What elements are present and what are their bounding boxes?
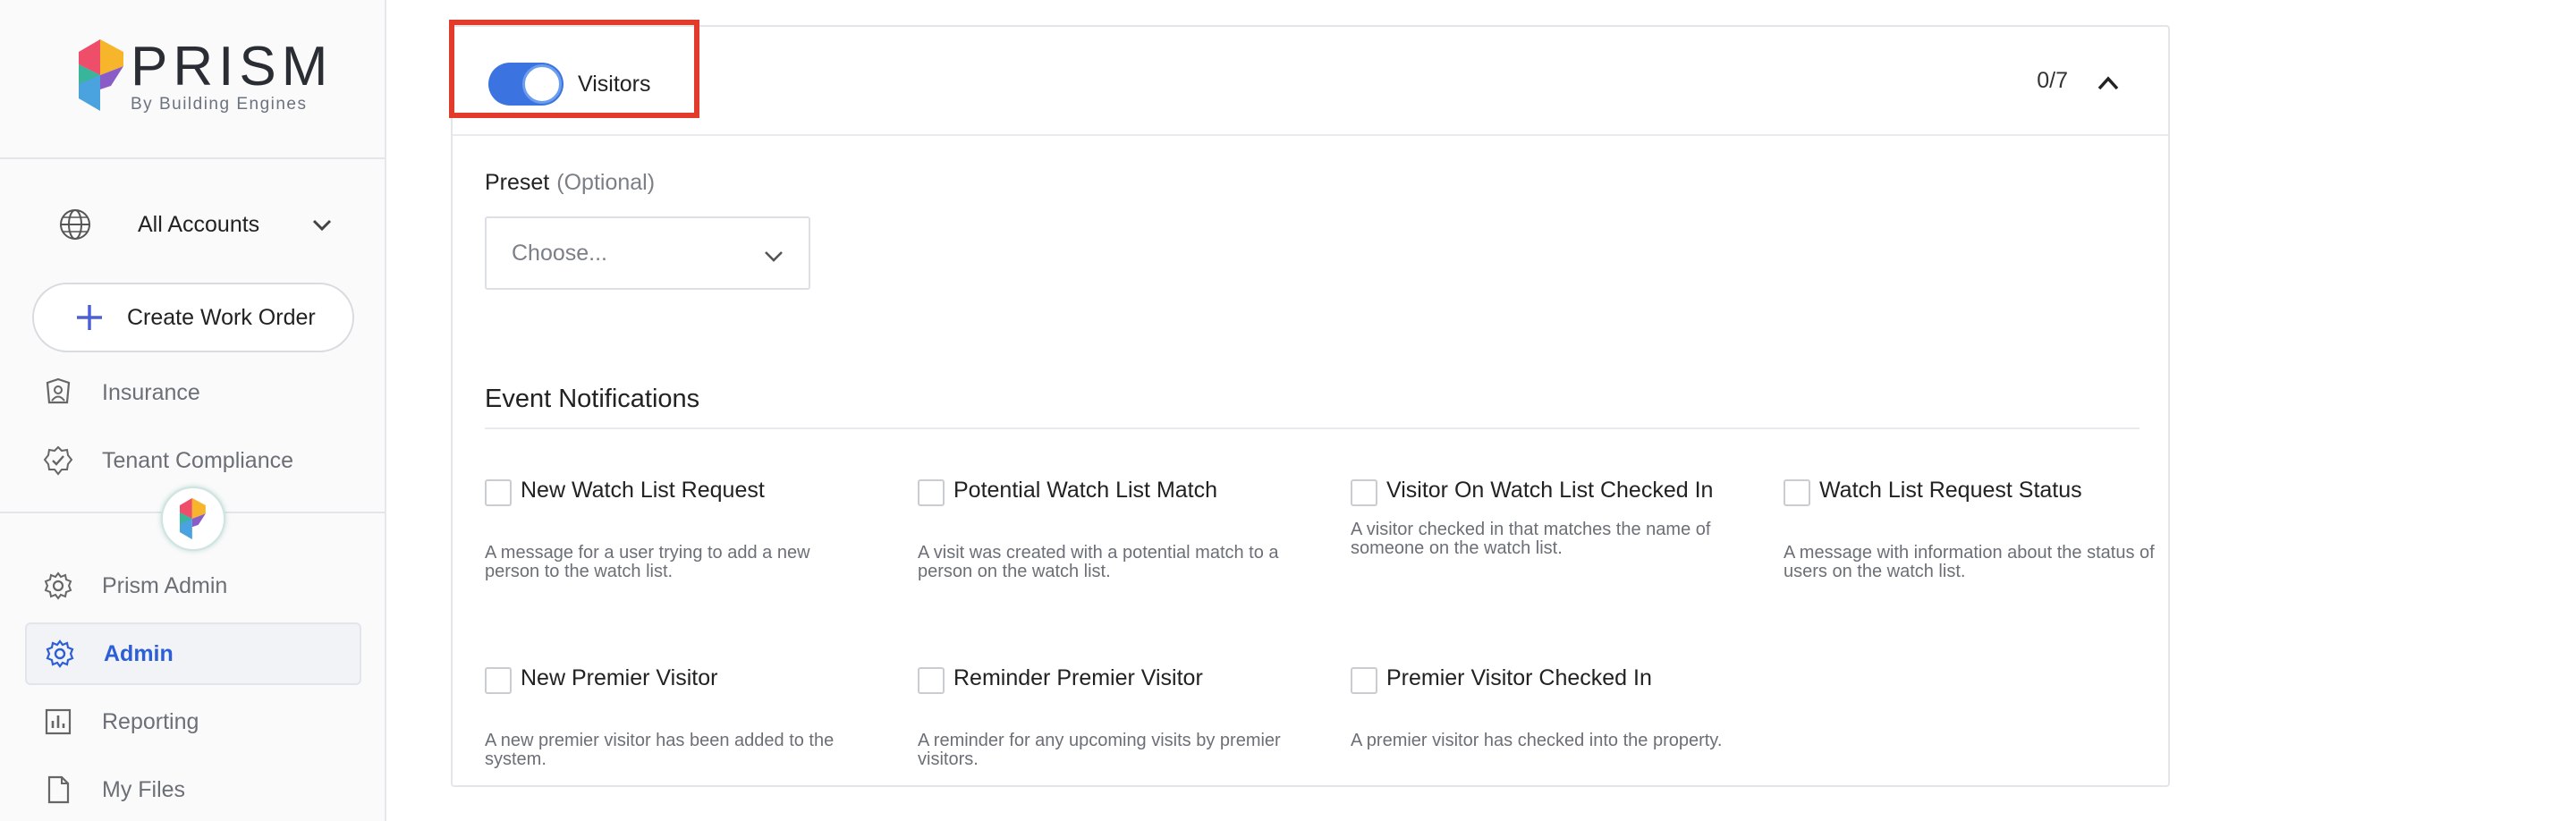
notification-desc: A message with information about the sta… [1784, 543, 2155, 581]
notification-option: New Watch List Request A message for a u… [485, 479, 860, 581]
notification-title: New Watch List Request [521, 478, 765, 503]
notification-checkbox[interactable] [918, 479, 945, 506]
create-work-order-label: Create Work Order [127, 304, 316, 330]
preset-label: Preset (Optional) [485, 170, 655, 196]
notification-title: New Premier Visitor [521, 665, 718, 690]
sidebar-item-label: Tenant Compliance [102, 447, 294, 473]
brand-tagline: By Building Engines [131, 95, 308, 114]
preset-label-text: Preset [485, 170, 550, 195]
gear-icon [44, 571, 72, 600]
notification-desc: A premier visitor has checked into the p… [1351, 731, 1723, 750]
notification-checkbox[interactable] [485, 479, 512, 506]
notification-checkbox[interactable] [918, 667, 945, 694]
sidebar-item-reporting[interactable]: Reporting [25, 690, 361, 753]
prism-logo-icon [180, 497, 206, 540]
notification-desc: A visitor checked in that matches the na… [1351, 520, 1711, 558]
notification-option: Visitor On Watch List Checked In A visit… [1351, 479, 1726, 558]
globe-icon [60, 209, 90, 240]
account-switcher[interactable]: All Accounts [57, 202, 335, 247]
chevron-down-icon[interactable] [309, 213, 335, 238]
sidebar-item-label: Admin [104, 640, 174, 666]
preset-select[interactable]: Choose... [485, 216, 810, 290]
sidebar-item-label: Reporting [102, 708, 199, 734]
section-title: Event Notifications [485, 385, 700, 413]
sidebar-item-my-files[interactable]: My Files [25, 758, 361, 821]
sidebar: PRISM By Building Engines All Accounts C… [0, 0, 386, 821]
logo-area: PRISM By Building Engines [0, 0, 385, 159]
notification-checkbox[interactable] [1351, 667, 1377, 694]
gear-icon [46, 639, 74, 668]
shield-person-icon [46, 377, 71, 404]
prism-assistant-button[interactable] [161, 487, 225, 551]
notification-desc: A reminder for any upcoming visits by pr… [918, 731, 1281, 769]
visitors-settings-card: Visitors 0/7 Preset (Optional) Choose... … [451, 25, 2170, 787]
notification-option: Premier Visitor Checked In A premier vis… [1351, 667, 1726, 750]
notification-option: New Premier Visitor A new premier visito… [485, 667, 860, 769]
notification-desc: A message for a user trying to add a new… [485, 543, 810, 581]
sidebar-item-label: My Files [102, 776, 186, 802]
account-label: All Accounts [138, 211, 260, 237]
sidebar-item-prism-admin[interactable]: Prism Admin [25, 554, 361, 617]
sidebar-item-tenant-compliance[interactable]: Tenant Compliance [25, 429, 361, 492]
plus-icon [77, 305, 102, 330]
prism-logo-icon [79, 39, 123, 111]
selection-count: 0/7 [2037, 68, 2068, 93]
sidebar-item-admin[interactable]: Admin [25, 622, 361, 685]
notification-title: Potential Watch List Match [953, 478, 1218, 503]
section-divider [485, 427, 2140, 429]
notification-title: Premier Visitor Checked In [1386, 665, 1652, 690]
chevron-down-icon [765, 251, 783, 262]
sidebar-item-label: Insurance [102, 379, 200, 405]
preset-select-value: Choose... [512, 240, 608, 266]
badge-check-icon [43, 445, 73, 476]
sidebar-item-label: Prism Admin [102, 572, 228, 598]
preset-optional-text: (Optional) [556, 170, 656, 195]
notification-option: Potential Watch List Match A visit was c… [918, 479, 1293, 581]
notification-title: Watch List Request Status [1819, 478, 2082, 503]
create-work-order-button[interactable]: Create Work Order [32, 283, 354, 352]
brand-name: PRISM [131, 36, 334, 97]
notification-option: Reminder Premier Visitor A reminder for … [918, 667, 1293, 769]
bar-chart-icon [45, 708, 72, 735]
notification-checkbox[interactable] [1351, 479, 1377, 506]
chevron-up-icon[interactable] [2095, 70, 2122, 97]
notification-option: Watch List Request Status A message with… [1784, 479, 2159, 581]
notification-title: Reminder Premier Visitor [953, 665, 1203, 690]
notification-checkbox[interactable] [485, 667, 512, 694]
notification-desc: A new premier visitor has been added to … [485, 731, 835, 769]
highlight-box [449, 20, 699, 118]
card-header: Visitors 0/7 [453, 27, 2168, 136]
notification-title: Visitor On Watch List Checked In [1386, 478, 1714, 503]
sidebar-item-insurance[interactable]: Insurance [25, 361, 361, 424]
notification-desc: A visit was created with a potential mat… [918, 543, 1279, 581]
file-icon [47, 775, 70, 804]
notification-checkbox[interactable] [1784, 479, 1810, 506]
